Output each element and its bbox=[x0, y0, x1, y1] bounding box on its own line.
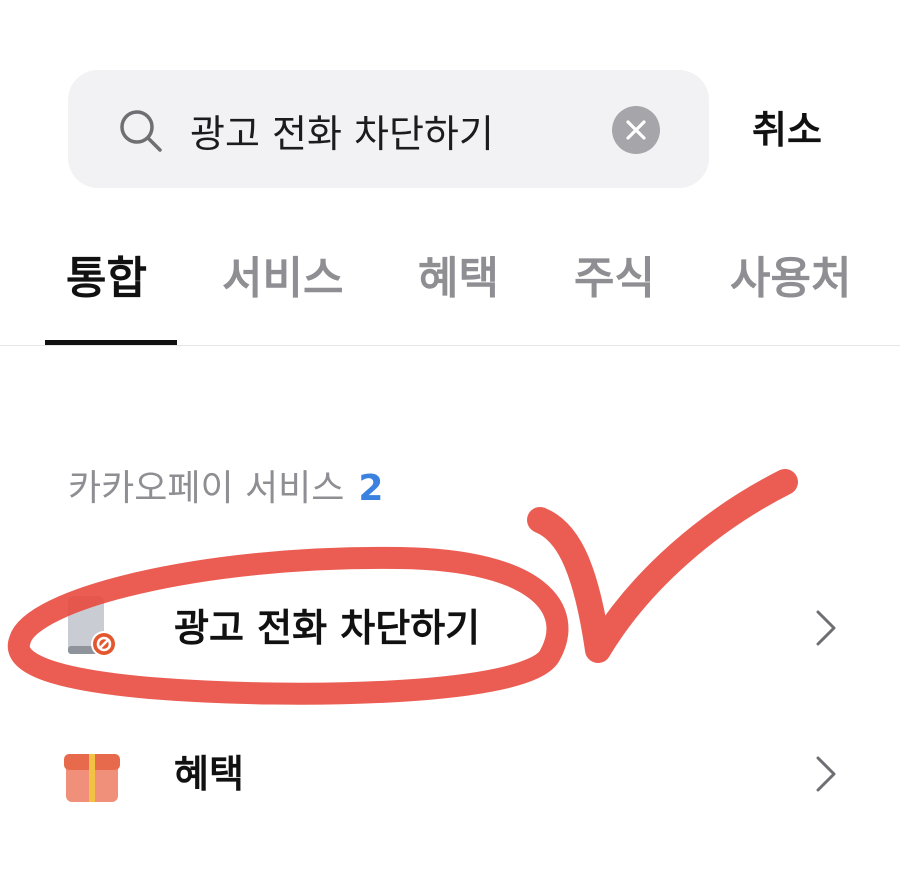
search-icon bbox=[120, 110, 162, 152]
clear-search-button[interactable] bbox=[612, 106, 660, 154]
tab-merchants[interactable]: 사용처 bbox=[730, 236, 851, 322]
close-icon bbox=[626, 120, 646, 140]
tab-stocks[interactable]: 주식 bbox=[574, 236, 655, 322]
tab-services[interactable]: 서비스 bbox=[222, 236, 343, 322]
section-title: 카카오페이 서비스 2 bbox=[68, 462, 383, 516]
tab-all[interactable]: 통합 bbox=[66, 236, 147, 322]
list-item-label: 광고 전화 차단하기 bbox=[174, 606, 481, 650]
phone-block-icon bbox=[68, 596, 117, 657]
tab-benefits[interactable]: 혜택 bbox=[418, 236, 499, 322]
section-count: 2 bbox=[358, 468, 384, 509]
chevron-right-icon bbox=[816, 610, 836, 646]
list-item-label: 혜택 bbox=[174, 752, 244, 796]
tabs-divider bbox=[0, 345, 900, 346]
search-input[interactable] bbox=[190, 96, 590, 164]
section-title-label: 카카오페이 서비스 bbox=[68, 468, 345, 509]
chevron-right-icon bbox=[816, 756, 836, 792]
gift-icon bbox=[64, 754, 120, 802]
list-item-ad-call-block[interactable]: 광고 전화 차단하기 bbox=[0, 568, 900, 688]
list-item-benefits[interactable]: 혜택 bbox=[0, 714, 900, 834]
cancel-button[interactable]: 취소 bbox=[752, 100, 822, 160]
tab-bar: 통합 서비스 혜택 주식 사용처 bbox=[0, 236, 900, 346]
